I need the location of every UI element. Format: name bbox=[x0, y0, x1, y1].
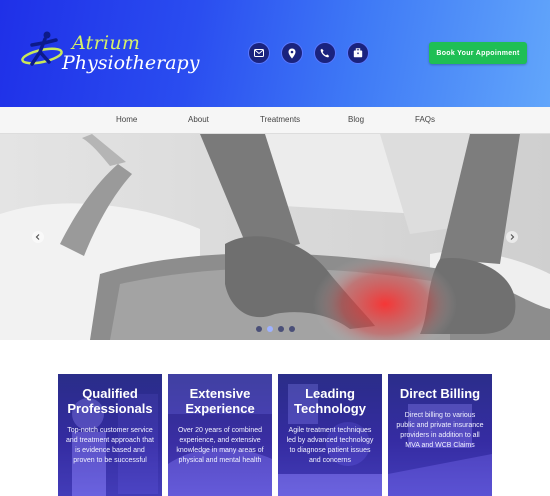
slider-dots bbox=[256, 326, 295, 332]
slider-dot-4[interactable] bbox=[289, 326, 295, 332]
careers-button[interactable] bbox=[347, 42, 369, 64]
location-button[interactable] bbox=[281, 42, 303, 64]
logo-figure-icon bbox=[21, 31, 63, 66]
feature-card-billing: Direct Billing Direct billing to various… bbox=[388, 374, 492, 496]
contact-icons bbox=[248, 42, 369, 64]
logo[interactable]: Atrium Physiotherapy bbox=[20, 24, 199, 84]
card-title: Leading Technology bbox=[294, 386, 366, 416]
nav-item-blog[interactable]: Blog bbox=[348, 115, 364, 124]
briefcase-icon bbox=[353, 48, 363, 58]
email-icon bbox=[254, 49, 264, 57]
hero-massage-photo bbox=[0, 134, 550, 340]
logo-text-atrium: Atrium bbox=[72, 32, 141, 54]
nav-item-faqs[interactable]: FAQs bbox=[415, 115, 435, 124]
chevron-right-icon bbox=[510, 234, 515, 240]
phone-icon bbox=[320, 48, 330, 58]
location-pin-icon bbox=[288, 48, 296, 58]
slider-next-button[interactable] bbox=[506, 231, 518, 243]
nav-item-about[interactable]: About bbox=[188, 115, 209, 124]
slider-dot-3[interactable] bbox=[278, 326, 284, 332]
feature-card-experience: Extensive Experience Over 20 years of co… bbox=[168, 374, 272, 496]
phone-button[interactable] bbox=[314, 42, 336, 64]
main-nav: Home About Treatments Blog FAQs bbox=[0, 107, 550, 134]
site-header: Atrium Physiotherapy Book Your Appoinmen… bbox=[0, 0, 550, 107]
book-appointment-button[interactable]: Book Your Appoinment bbox=[429, 42, 527, 64]
hero-slider bbox=[0, 134, 550, 340]
card-description: Top-notch customer service and treatment… bbox=[66, 427, 154, 464]
card-description: Over 20 years of combined experience, an… bbox=[176, 427, 264, 464]
card-title: Qualified Professionals bbox=[67, 386, 153, 416]
logo-text-physiotherapy: Physiotherapy bbox=[62, 52, 200, 74]
features-section: Qualified Professionals Top-notch custom… bbox=[58, 374, 492, 496]
card-description: Direct billing to various public and pri… bbox=[396, 412, 484, 449]
nav-item-treatments[interactable]: Treatments bbox=[260, 115, 300, 124]
feature-card-technology: Leading Technology Agile treatment techn… bbox=[278, 374, 382, 496]
slider-dot-1[interactable] bbox=[256, 326, 262, 332]
feature-card-qualified: Qualified Professionals Top-notch custom… bbox=[58, 374, 162, 496]
card-title: Direct Billing bbox=[399, 386, 481, 401]
card-title: Extensive Experience bbox=[185, 386, 255, 416]
slider-prev-button[interactable] bbox=[32, 231, 44, 243]
email-button[interactable] bbox=[248, 42, 270, 64]
nav-item-home[interactable]: Home bbox=[116, 115, 137, 124]
chevron-left-icon bbox=[35, 234, 40, 240]
card-description: Agile treatment techniques led by advanc… bbox=[286, 427, 374, 464]
slider-dot-2[interactable] bbox=[267, 326, 273, 332]
